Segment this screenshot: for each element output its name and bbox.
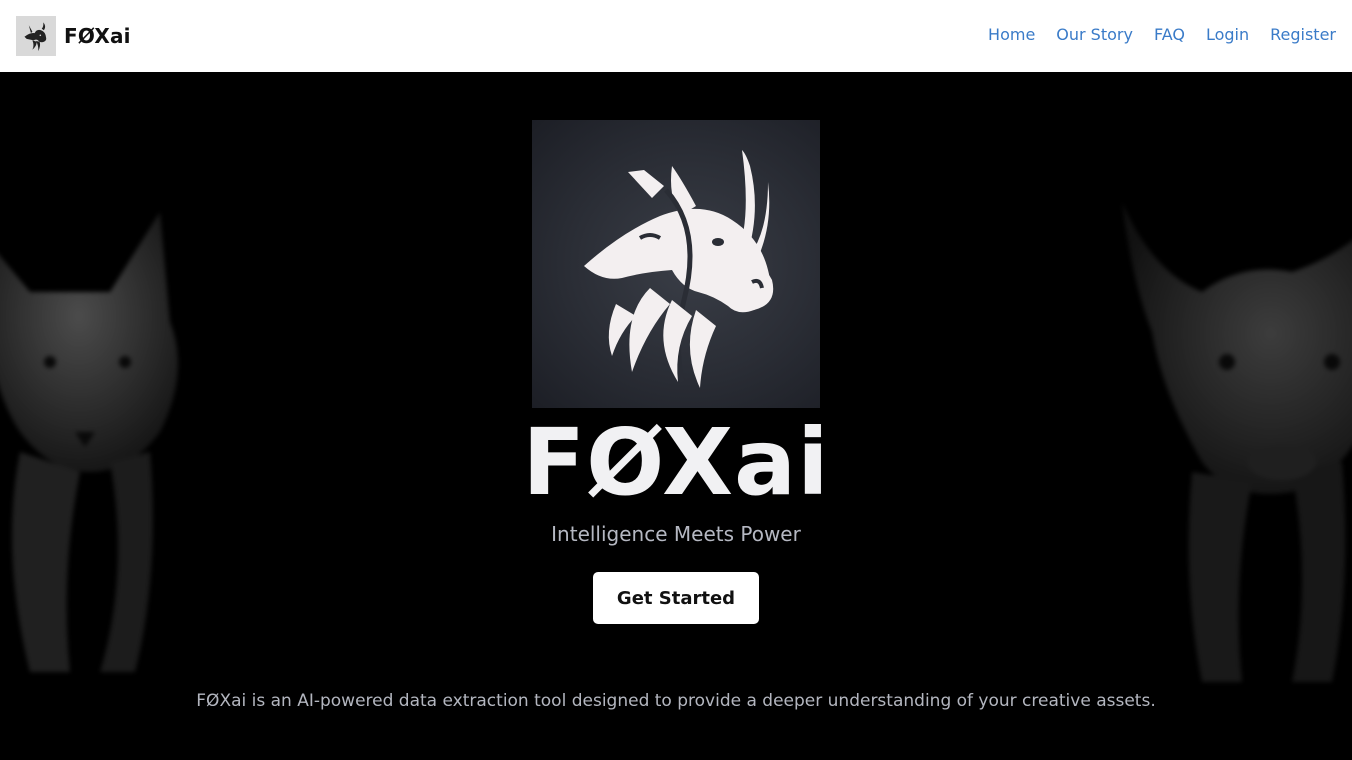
hero-subtitle: Intelligence Meets Power xyxy=(551,522,801,546)
hero-logo-icon xyxy=(532,120,820,408)
nav-link-home[interactable]: Home xyxy=(988,22,1035,48)
nav-links: Home Our Story FAQ Login Register xyxy=(967,22,1336,48)
nav-link-login[interactable]: Login xyxy=(1206,22,1249,48)
hero-title: FØXai xyxy=(522,409,830,516)
hero-description: FØXai is an AI-powered data extraction t… xyxy=(196,691,1156,711)
navbar: FØXai Home Our Story FAQ Login Register xyxy=(0,0,1352,72)
get-started-button[interactable]: Get Started xyxy=(593,572,759,624)
nav-link-register[interactable]: Register xyxy=(1270,22,1336,48)
hero-section: FØXai Intelligence Meets Power Get Start… xyxy=(0,72,1352,760)
brand-logo-icon xyxy=(16,16,56,56)
nav-link-our-story[interactable]: Our Story xyxy=(1056,22,1133,48)
brand-link[interactable]: FØXai xyxy=(16,16,131,56)
nav-link-faq[interactable]: FAQ xyxy=(1154,22,1185,48)
brand-name: FØXai xyxy=(64,24,131,48)
